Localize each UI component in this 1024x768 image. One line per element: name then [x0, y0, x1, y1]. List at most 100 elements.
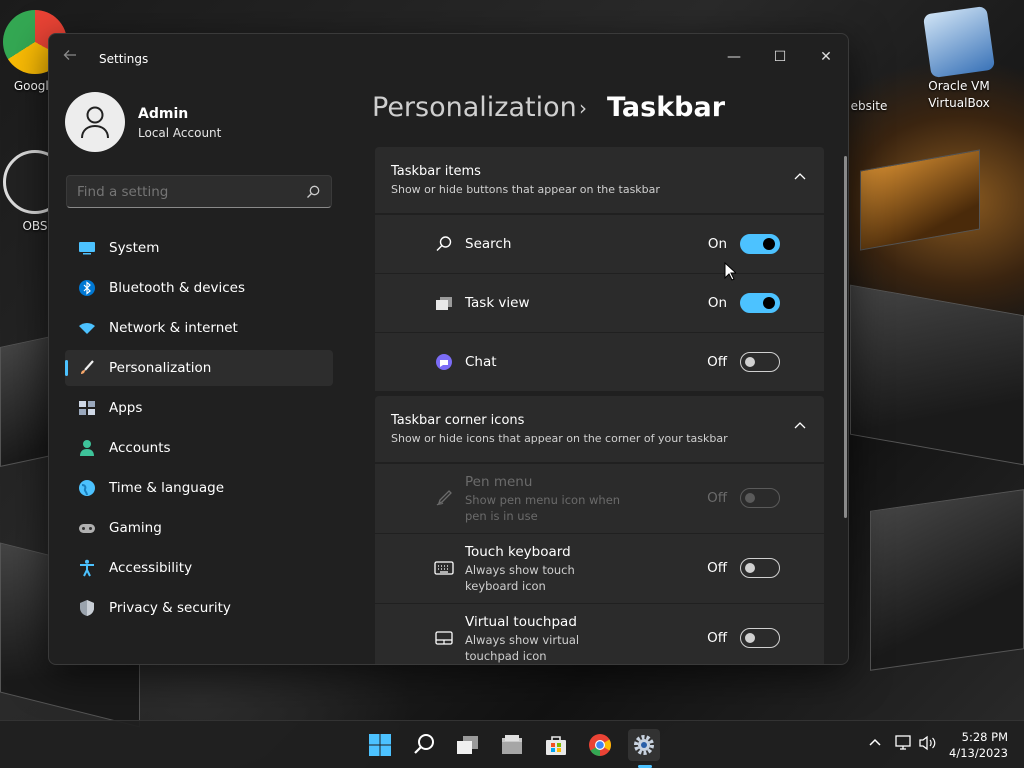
volume-icon: [919, 735, 936, 751]
toggle-state-text: Off: [707, 560, 727, 576]
app-title: Settings: [99, 52, 149, 66]
search-input[interactable]: [77, 184, 297, 200]
user-icon: [81, 106, 109, 139]
desktop-icon-label: Oracle VM VirtualBox: [928, 79, 990, 110]
sidebar-item-apps[interactable]: Apps: [65, 390, 333, 426]
toggle-state-text: On: [707, 236, 727, 252]
search-box[interactable]: [66, 175, 332, 208]
sidebar-item-label: Gaming: [109, 520, 162, 536]
network-icon: [895, 735, 911, 750]
clock-time: 5:28 PM: [961, 730, 1008, 744]
sidebar-item-label: Network & internet: [109, 320, 238, 336]
setting-row-task-view: Task view On: [375, 274, 824, 332]
taskbar-task-view-button[interactable]: [452, 729, 484, 761]
sidebar-item-label: Time & language: [109, 480, 225, 496]
section-corner-icons-header[interactable]: Taskbar corner icons Show or hide icons …: [375, 396, 824, 462]
setting-row-pen-menu: Pen menu Show pen menu icon when pen is …: [375, 464, 824, 533]
search-icon: [436, 236, 452, 251]
store-icon: [546, 736, 566, 755]
setting-description: Show pen menu icon when pen is in use: [465, 493, 621, 523]
chevron-up-icon[interactable]: [794, 420, 806, 432]
sidebar-item-personalization[interactable]: Personalization: [65, 350, 333, 386]
sidebar-item-label: Apps: [109, 400, 143, 416]
setting-row-virtual-touchpad: Virtual touchpad Always show virtual tou…: [375, 604, 824, 664]
breadcrumb-separator: ›: [579, 96, 587, 120]
touch-keyboard-toggle[interactable]: [740, 558, 780, 578]
avatar[interactable]: [65, 92, 125, 152]
gamepad-icon: [79, 524, 95, 533]
chevron-up-icon[interactable]: [794, 171, 806, 183]
taskbar-search-button[interactable]: [408, 729, 440, 761]
close-button[interactable]: ✕: [803, 41, 848, 73]
search-toggle[interactable]: [740, 234, 780, 254]
chat-icon: [436, 354, 452, 370]
arrow-left-icon: [63, 50, 76, 60]
network-tray-button[interactable]: [894, 735, 914, 755]
brush-icon: [81, 360, 94, 374]
touchpad-icon: [435, 631, 453, 645]
toggle-knob: [763, 297, 775, 309]
sidebar-item-network[interactable]: Network & internet: [65, 310, 333, 346]
sidebar-item-label: Personalization: [109, 360, 212, 376]
scrollbar[interactable]: [844, 156, 847, 518]
taskbar-chrome-button[interactable]: [584, 729, 616, 761]
sidebar-item-accounts[interactable]: Accounts: [65, 430, 333, 466]
taskbar-settings-button[interactable]: [628, 729, 660, 761]
sidebar-item-system[interactable]: System: [65, 230, 333, 266]
sidebar-item-accessibility[interactable]: Accessibility: [65, 550, 333, 586]
volume-tray-button[interactable]: [918, 735, 938, 755]
toggle-knob: [745, 493, 755, 503]
shield-icon: [80, 600, 94, 616]
chrome-icon: [589, 734, 611, 756]
minimize-button[interactable]: —: [711, 41, 757, 73]
toggle-state-text: Off: [707, 354, 727, 370]
sidebar-item-label: Accounts: [109, 440, 171, 456]
taskbar-file-explorer-button[interactable]: [496, 729, 528, 761]
windows-start-icon: [369, 734, 391, 756]
setting-title: Virtual touchpad: [465, 614, 577, 630]
system-icon: [79, 242, 95, 255]
title-bar[interactable]: Settings — ☐ ✕: [49, 34, 848, 84]
section-taskbar-items-header[interactable]: Taskbar items Show or hide buttons that …: [375, 147, 824, 213]
sidebar-item-bluetooth[interactable]: Bluetooth & devices: [65, 270, 333, 306]
breadcrumb-personalization[interactable]: Personalization: [372, 92, 577, 123]
sidebar-item-gaming[interactable]: Gaming: [65, 510, 333, 546]
task-view-toggle[interactable]: [740, 293, 780, 313]
show-hidden-icons-button[interactable]: [868, 735, 882, 753]
task-view-icon: [457, 736, 478, 754]
taskbar-clock[interactable]: 5:28 PM 4/13/2023: [949, 729, 1008, 761]
setting-description: Always show virtual touchpad icon: [465, 633, 580, 663]
keyboard-icon: [434, 561, 454, 575]
taskbar: 5:28 PM 4/13/2023: [0, 720, 1024, 768]
accessibility-icon: [80, 559, 94, 577]
toggle-knob: [763, 238, 775, 250]
virtualbox-icon: [922, 5, 996, 79]
chat-toggle[interactable]: [740, 352, 780, 372]
start-button[interactable]: [364, 729, 396, 761]
clock-date: 4/13/2023: [949, 746, 1008, 760]
bluetooth-icon: [79, 280, 95, 296]
virtual-touchpad-toggle[interactable]: [740, 628, 780, 648]
toggle-knob: [745, 357, 755, 367]
toggle-knob: [745, 563, 755, 573]
sidebar-item-privacy[interactable]: Privacy & security: [65, 590, 333, 626]
wifi-icon: [79, 323, 95, 334]
globe-icon: [79, 480, 95, 496]
setting-row-touch-keyboard: Touch keyboard Always show touch keyboar…: [375, 534, 824, 603]
pen-menu-toggle: [740, 488, 780, 508]
section-title: Taskbar items: [391, 164, 481, 179]
taskbar-store-button[interactable]: [540, 729, 572, 761]
wallpaper-block: [860, 149, 980, 251]
maximize-button[interactable]: ☐: [757, 41, 803, 73]
chevron-up-icon: [869, 738, 881, 746]
toggle-state-text: Off: [707, 630, 727, 646]
toggle-state-text: On: [707, 295, 727, 311]
profile-name: Admin: [138, 106, 189, 122]
desktop-icon-virtualbox[interactable]: Oracle VM VirtualBox: [916, 5, 1002, 112]
setting-label: Chat: [465, 354, 497, 370]
accounts-icon: [80, 440, 94, 456]
sidebar-item-time-language[interactable]: Time & language: [65, 470, 333, 506]
pen-icon: [436, 490, 452, 506]
back-button[interactable]: [63, 48, 83, 70]
setting-label: Search: [465, 236, 512, 252]
